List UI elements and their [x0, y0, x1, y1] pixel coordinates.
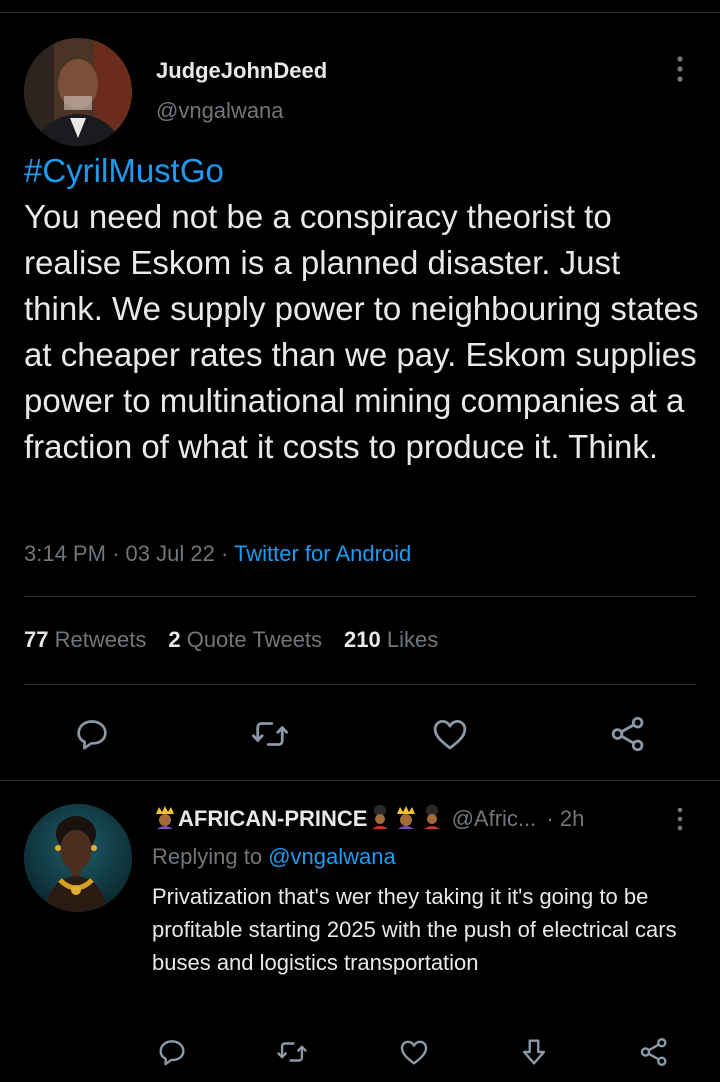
- divider: [24, 684, 696, 685]
- share-icon: [611, 716, 644, 752]
- reply-author-avatar[interactable]: [24, 804, 132, 912]
- downvote-button[interactable]: [514, 1032, 554, 1072]
- tweet-text: #CyrilMustGo You need not be a conspirac…: [24, 148, 704, 470]
- replying-to: Replying to @vngalwana: [152, 844, 396, 870]
- share-icon: [640, 1038, 667, 1066]
- likes-count: 210: [344, 627, 381, 652]
- tweet-date: 03 Jul 22: [125, 541, 215, 566]
- download-icon: [522, 1039, 546, 1065]
- quotes-count: 2: [168, 627, 181, 652]
- reply-text: Privatization that's wer they taking it …: [152, 884, 677, 975]
- comment-icon: [159, 1040, 185, 1066]
- retweets-stat[interactable]: 77 Retweets: [24, 627, 146, 652]
- reply-button[interactable]: [70, 712, 114, 756]
- retweets-count: 77: [24, 627, 49, 652]
- reply-author-name[interactable]: AFRICAN-PRINCE: [178, 806, 367, 831]
- tweet-time: 3:14 PM: [24, 541, 106, 566]
- likes-label: Likes: [386, 627, 439, 652]
- divider: [24, 596, 696, 597]
- retweet-button[interactable]: [272, 1032, 312, 1072]
- replying-label: Replying to: [152, 844, 263, 869]
- retweets-label: Retweets: [54, 627, 147, 652]
- author-name[interactable]: JudgeJohnDeed: [156, 58, 327, 84]
- retweet-icon: [251, 722, 289, 746]
- likes-stat[interactable]: 210 Likes: [344, 627, 438, 652]
- divider: [0, 780, 720, 781]
- heart-icon: [400, 1040, 428, 1065]
- quotes-stat[interactable]: 2 Quote Tweets: [168, 627, 322, 652]
- tweet-body: You need not be a conspiracy theorist to…: [24, 198, 699, 465]
- share-button[interactable]: [634, 1032, 674, 1072]
- heart-icon: [433, 720, 467, 750]
- tweet-meta: 3:14 PM · 03 Jul 22 · Twitter for Androi…: [24, 541, 411, 567]
- retweet-button[interactable]: [248, 712, 292, 756]
- tweet-action-bar: [0, 712, 720, 756]
- prince-emoji-icon: [393, 805, 419, 829]
- reply-action-bar: [0, 1032, 720, 1072]
- meta-separator: ·: [220, 541, 229, 566]
- top-divider: [0, 12, 720, 13]
- reply-separator: ·: [546, 806, 554, 831]
- guard-emoji-icon: [367, 805, 393, 829]
- prince-emoji-icon: [152, 805, 178, 829]
- reply-age: 2h: [559, 806, 585, 831]
- replying-to-link[interactable]: @vngalwana: [268, 844, 396, 869]
- author-handle[interactable]: @vngalwana: [156, 98, 284, 124]
- tweet-stats: 77 Retweets 2 Quote Tweets 210 Likes: [24, 627, 438, 653]
- guard-emoji-icon: [419, 805, 445, 829]
- meta-separator: ·: [112, 541, 120, 566]
- like-button[interactable]: [394, 1032, 434, 1072]
- retweet-icon: [277, 1042, 307, 1062]
- reply-header: AFRICAN-PRINCE @Afric... · 2h: [152, 805, 584, 832]
- hashtag-link[interactable]: #CyrilMustGo: [24, 148, 704, 194]
- comment-icon: [77, 720, 107, 750]
- reply-button[interactable]: [152, 1032, 192, 1072]
- more-vertical-icon[interactable]: [670, 54, 690, 84]
- tweet-source-link[interactable]: Twitter for Android: [234, 541, 411, 566]
- quotes-label: Quote Tweets: [186, 627, 323, 652]
- more-vertical-icon[interactable]: [672, 806, 688, 832]
- author-avatar[interactable]: [24, 38, 132, 146]
- reply-author-handle[interactable]: @Afric...: [452, 806, 537, 831]
- share-button[interactable]: [606, 712, 650, 756]
- like-button[interactable]: [428, 712, 472, 756]
